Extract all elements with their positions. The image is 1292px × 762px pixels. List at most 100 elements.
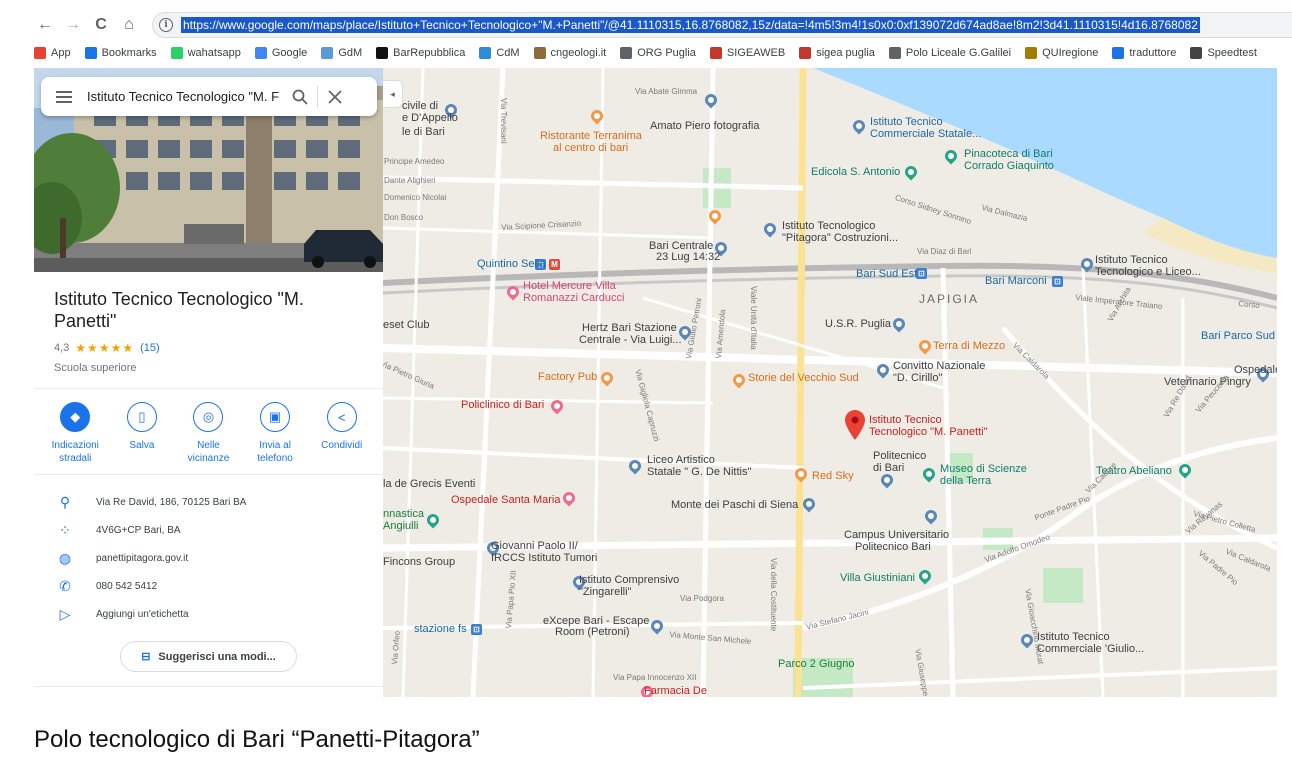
address-bar[interactable]: i https://www.google.com/maps/place/Isti…	[152, 12, 1292, 38]
map-poi-label[interactable]: Corrado Giaquinto	[964, 160, 1054, 172]
bookmark-cngeologi-it[interactable]: cngeologi.it	[533, 47, 606, 59]
bookmark-quiregione[interactable]: QUIregione	[1025, 47, 1098, 59]
map-poi-label[interactable]: Convitto Nazionale	[893, 360, 985, 372]
map-poi-label[interactable]: della Terra	[940, 475, 991, 487]
map-poi-label[interactable]: Ospedale Santa Maria	[451, 494, 560, 506]
selected-place-marker-icon[interactable]	[845, 410, 865, 440]
map-poi-label[interactable]: Room (Petroni)	[555, 626, 630, 638]
map-poi-label[interactable]: Commerciale 'Giulio...	[1037, 643, 1144, 655]
detail-row-phone[interactable]: ✆ 080 542 5412	[34, 572, 383, 600]
map-poi-label[interactable]: la de Grecis Eventi	[383, 478, 475, 490]
map-poi-label[interactable]: 23 Lug 14:32	[656, 251, 720, 263]
map-poi-label[interactable]: Monte dei Paschi di Siena	[671, 499, 798, 511]
back-arrow-icon[interactable]: ←	[34, 14, 56, 36]
train-station-icon[interactable]: ⊡	[916, 268, 927, 279]
map-poi-label[interactable]: Museo di Scienze	[940, 463, 1027, 475]
map-poi-label[interactable]: al centro di bari	[553, 142, 628, 154]
map-poi-label[interactable]: Angiulli	[383, 520, 418, 532]
bookmark-polo-liceale-g-galilei[interactable]: Polo Liceale G.Galilei	[888, 47, 1011, 59]
bookmark-app[interactable]: App	[34, 47, 71, 59]
bookmark-org-puglia[interactable]: ORG Puglia	[620, 47, 696, 59]
map-poi-label[interactable]: Fincons Group	[383, 556, 455, 568]
detail-row-location-pin[interactable]: ⚲ Via Re David, 186, 70125 Bari BA	[34, 488, 383, 516]
bookmark-google[interactable]: Google	[254, 47, 307, 59]
bookmark-sigea-puglia[interactable]: sigea puglia	[799, 47, 875, 59]
map-poi-label[interactable]: Edicola S. Antonio	[811, 166, 900, 178]
map-poi-label[interactable]: Policlinico di Bari	[461, 399, 544, 411]
map-poi-label[interactable]: Giovanni Paolo II/	[491, 540, 578, 552]
map-poi-label[interactable]: Hotel Mercure Villa	[523, 280, 616, 292]
bookmark-speedtest[interactable]: Speedtest	[1190, 47, 1257, 59]
action-bookmark-button[interactable]: ▯ Salva	[111, 402, 173, 465]
action-share-button[interactable]: < Condividi	[311, 402, 373, 465]
detail-row-plus-code[interactable]: ⁘ 4V6G+CP Bari, BA	[34, 516, 383, 544]
map-poi-label[interactable]: Farmacia De	[644, 685, 707, 697]
map-poi-label[interactable]: Ristorante Terranima	[540, 130, 642, 142]
collapse-panel-button[interactable]: ◂	[383, 80, 403, 108]
map-poi-label[interactable]: Terra di Mezzo	[933, 340, 1005, 352]
map-canvas[interactable]: ⊡ M ⊡ ⊡ ⊡ Amato Piero fotografia Ristoran…	[383, 68, 1277, 697]
bookmark-sigeaweb[interactable]: SIGEAWEB	[709, 47, 785, 59]
map-poi-label[interactable]: Istituto Tecnico	[1095, 254, 1168, 266]
map-poi-label[interactable]: Istituto Tecnologico	[782, 220, 875, 232]
map-poi-label[interactable]: Romanazzi Carducci	[523, 292, 624, 304]
map-poi-label[interactable]: le di Bari	[402, 126, 445, 138]
detail-row-label-tag[interactable]: ▷ Aggiungi un'etichetta	[34, 600, 383, 628]
map-poi-label[interactable]: Bari Marconi	[985, 275, 1047, 287]
detail-row-website-globe[interactable]: ◍ panettipitagora.gov.it	[34, 544, 383, 572]
map-poi-label[interactable]: di Bari	[873, 462, 904, 474]
home-icon[interactable]: ⌂	[118, 14, 140, 36]
map-poi-label[interactable]: Politecnico	[873, 450, 926, 462]
map-poi-label[interactable]: Politecnico Bari	[855, 541, 931, 553]
suggest-edit-button[interactable]: ⊟ Suggerisci una modi...	[120, 641, 297, 672]
map-poi-label[interactable]: Villa Giustiniani	[840, 572, 915, 584]
metro-icon[interactable]: M	[549, 259, 560, 270]
map-poi-label[interactable]: Tecnologico e Liceo...	[1095, 266, 1201, 278]
review-count[interactable]: (15)	[140, 342, 160, 354]
reload-icon[interactable]: C	[90, 14, 112, 36]
map-poi-label[interactable]: Commerciale Statale...	[870, 128, 981, 140]
maps-search-input[interactable]	[87, 86, 283, 107]
map-poi-label[interactable]: Storie del Vecchio Sud	[748, 372, 859, 384]
bookmark-barrepubblica[interactable]: BarRepubblica	[376, 47, 465, 59]
map-poi-label[interactable]: Hertz Bari Stazione	[582, 322, 677, 334]
bookmark-wahatsapp[interactable]: wahatsapp	[170, 47, 241, 59]
map-poi-label[interactable]: civile di	[402, 100, 438, 112]
place-rating[interactable]: 4,3 ★★★★★ (15)	[54, 341, 160, 355]
place-category[interactable]: Scuola superiore	[54, 362, 137, 374]
map-poi-label[interactable]: eset Club	[383, 319, 429, 331]
action-nearby-button[interactable]: ◎ Nelle vicinanze	[177, 402, 239, 465]
map-poi-label[interactable]: Quintino Sella	[477, 258, 546, 270]
map-poi-label[interactable]: IRCCS Istituto Tumori	[491, 552, 597, 564]
map-poi-label[interactable]: Factory Pub	[538, 371, 597, 383]
map-poi-label[interactable]: nnastica	[383, 508, 424, 520]
bookmark-traduttore[interactable]: traduttore	[1112, 47, 1176, 59]
train-station-icon[interactable]: ⊡	[471, 624, 482, 635]
map-poi-label[interactable]: U.S.R. Puglia	[825, 318, 891, 330]
bookmark-bookmarks[interactable]: Bookmarks	[84, 47, 157, 59]
map-poi-label[interactable]: "Zingarelli"	[579, 586, 631, 598]
map-poi-label[interactable]: Liceo Artistico	[647, 454, 715, 466]
search-icon[interactable]	[283, 82, 317, 112]
map-poi-label[interactable]: Ospedale	[1234, 364, 1277, 376]
map-poi-label[interactable]: Istituto Tecnico	[1037, 631, 1110, 643]
bookmark-cdm[interactable]: CdM	[479, 47, 520, 59]
train-station-icon[interactable]: ⊡	[1052, 276, 1063, 287]
map-poi-label[interactable]: "Pitagora" Costruzioni...	[782, 232, 898, 244]
map-poi-label[interactable]: Bari Parco Sud	[1201, 330, 1275, 342]
menu-icon[interactable]	[41, 95, 87, 98]
action-send-to-phone-button[interactable]: ▣ Invia al telefono	[244, 402, 306, 465]
map-poi-label[interactable]: Centrale - Via Luigi...	[579, 334, 682, 346]
map-poi-label[interactable]: Tecnologico "M. Panetti"	[869, 426, 987, 438]
bookmark-gdm[interactable]: GdM	[321, 47, 362, 59]
map-poi-label[interactable]: "D. Cirillo"	[893, 372, 942, 384]
map-poi-label[interactable]: Istituto Comprensivo	[579, 574, 679, 586]
close-icon[interactable]	[318, 82, 352, 112]
url-text[interactable]: https://www.google.com/maps/place/Istitu…	[181, 17, 1200, 33]
map-poi-label[interactable]: Bari Sud Est	[856, 268, 917, 280]
map-poi-label[interactable]: Istituto Tecnico	[870, 116, 943, 128]
map-poi-label[interactable]: JAPIGIA	[919, 293, 979, 305]
map-poi-label[interactable]: stazione fs	[414, 623, 467, 635]
map-poi-label[interactable]: Pinacoteca di Bari	[964, 148, 1053, 160]
map-poi-label[interactable]: Red Sky	[812, 470, 854, 482]
